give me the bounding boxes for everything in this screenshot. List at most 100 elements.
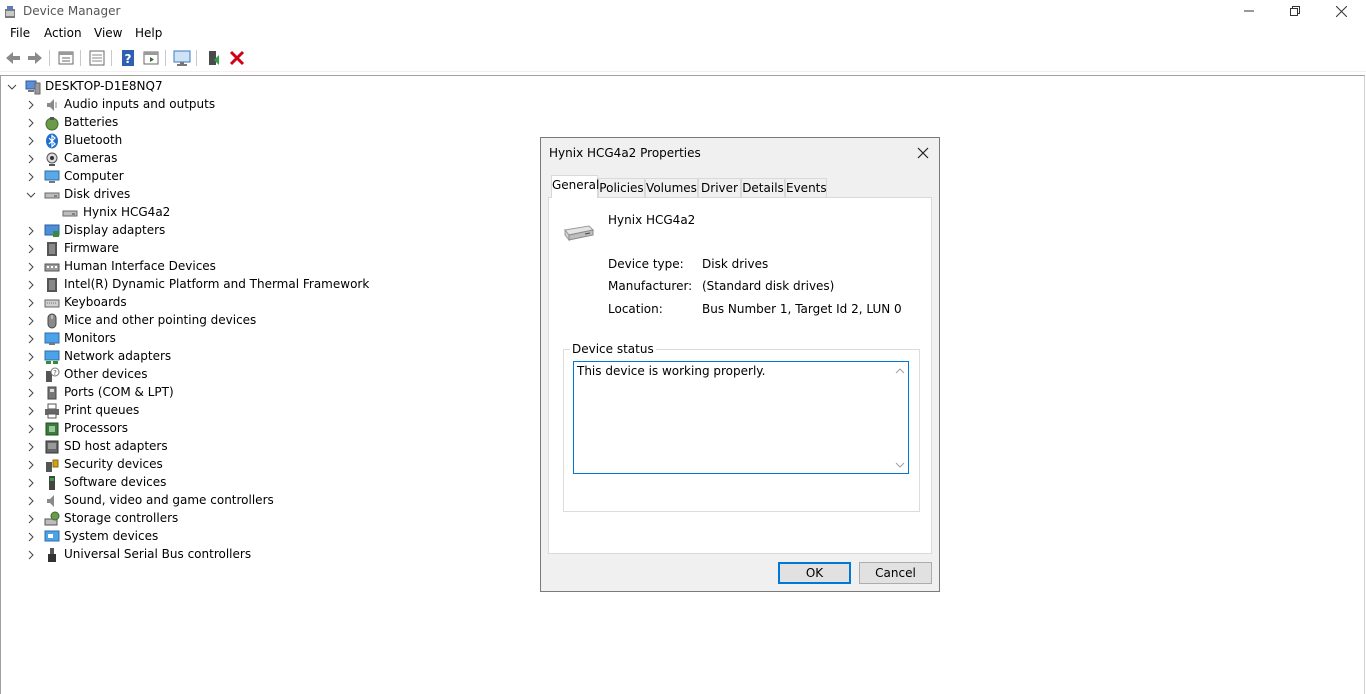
uninstall-device-button[interactable] [227, 48, 247, 68]
chevron-right-icon[interactable] [26, 262, 36, 272]
chevron-right-icon[interactable] [26, 550, 36, 560]
back-button[interactable] [3, 48, 23, 68]
tree-item-label: Universal Serial Bus controllers [64, 547, 252, 561]
display-adapter-icon [44, 224, 60, 237]
tree-item-label: Print queues [64, 403, 140, 417]
show-hidden-icon [89, 50, 105, 66]
properties-view-button[interactable] [56, 48, 76, 68]
manufacturer-value: (Standard disk drives) [702, 279, 835, 293]
network-icon [44, 350, 60, 364]
chevron-right-icon[interactable] [26, 370, 36, 380]
restore-button[interactable] [1272, 0, 1318, 24]
software-device-icon [49, 476, 55, 490]
tree-item-label: Audio inputs and outputs [64, 97, 216, 111]
svg-text:?: ? [53, 369, 57, 377]
chevron-right-icon[interactable] [26, 388, 36, 398]
resource-view-button[interactable] [141, 48, 161, 68]
menu-view[interactable]: View [94, 26, 122, 40]
computer-icon [25, 80, 41, 95]
chevron-right-icon[interactable] [26, 352, 36, 362]
chevron-right-icon[interactable] [26, 280, 36, 290]
ok-button[interactable]: OK [778, 562, 851, 584]
unknown-device-icon: ? [46, 367, 60, 382]
chevron-right-icon[interactable] [26, 298, 36, 308]
tree-item-label: Batteries [64, 115, 119, 129]
tree-item-label: Cameras [64, 151, 118, 165]
forward-button[interactable] [25, 48, 45, 68]
tree-item-label: Network adapters [64, 349, 172, 363]
close-window-button[interactable] [1318, 0, 1364, 24]
chevron-right-icon[interactable] [26, 172, 36, 182]
camera-icon [46, 152, 58, 166]
tab-general[interactable]: General [551, 175, 599, 198]
toolbar-separator [196, 50, 197, 66]
firmware-icon [47, 242, 57, 256]
sound-icon [47, 495, 54, 507]
chevron-right-icon[interactable] [26, 496, 36, 506]
speaker-icon [47, 99, 57, 111]
keyboard-icon [44, 299, 60, 308]
chevron-right-icon[interactable] [26, 442, 36, 452]
help-icon: ? [122, 50, 134, 66]
chevron-right-icon[interactable] [26, 100, 36, 110]
tab-policies[interactable]: Policies [598, 178, 645, 197]
tree-item-label: Sound, video and game controllers [64, 493, 274, 507]
chevron-right-icon[interactable] [26, 460, 36, 470]
tab-details[interactable]: Details [741, 178, 785, 197]
menu-bar: File Action View Help [0, 24, 1366, 44]
menu-file[interactable]: File [10, 26, 30, 40]
show-hidden-button[interactable] [87, 48, 107, 68]
tree-item-label: Other devices [64, 367, 148, 381]
menu-help[interactable]: Help [135, 26, 162, 40]
device-type-value: Disk drives [702, 257, 769, 271]
tab-driver[interactable]: Driver [698, 178, 741, 197]
help-button[interactable]: ? [118, 48, 138, 68]
scan-hardware-button[interactable] [172, 48, 192, 68]
tree-item-label: Intel(R) Dynamic Platform and Thermal Fr… [64, 277, 370, 291]
window-title: Device Manager [23, 4, 121, 18]
chevron-right-icon[interactable] [26, 514, 36, 524]
chevron-right-icon[interactable] [26, 532, 36, 542]
usb-icon [48, 548, 56, 562]
device-type-label: Device type: [608, 257, 684, 271]
menu-action[interactable]: Action [44, 26, 82, 40]
disk-drive-icon [44, 192, 60, 199]
chevron-right-icon[interactable] [26, 226, 36, 236]
chevron-right-icon[interactable] [26, 406, 36, 416]
chevron-right-icon[interactable] [26, 316, 36, 326]
minimize-button[interactable] [1226, 0, 1272, 24]
chevron-right-icon[interactable] [26, 424, 36, 434]
dialog-title: Hynix HCG4a2 Properties [549, 146, 701, 160]
chevron-right-icon[interactable] [26, 118, 36, 128]
scroll-up-icon[interactable] [894, 366, 906, 376]
bluetooth-icon [46, 133, 58, 149]
device-manager-app-icon [5, 6, 15, 18]
minimize-icon [1244, 10, 1254, 12]
cancel-button[interactable]: Cancel [859, 562, 932, 584]
chevron-right-icon[interactable] [26, 136, 36, 146]
chevron-right-icon[interactable] [26, 154, 36, 164]
tree-item-label: Keyboards [64, 295, 127, 309]
chevron-down-icon[interactable] [7, 82, 17, 92]
device-status-textbox[interactable]: This device is working properly. [573, 361, 909, 474]
tree-item-label: Computer [64, 169, 124, 183]
dialog-close-button[interactable] [913, 144, 933, 162]
close-icon [1336, 6, 1347, 17]
chevron-down-icon[interactable] [26, 190, 36, 200]
tree-item-label: Processors [64, 421, 129, 435]
tree-item-label: Security devices [64, 457, 163, 471]
tree-item-label: Mice and other pointing devices [64, 313, 257, 327]
tree-item-label: Bluetooth [64, 133, 123, 147]
chevron-right-icon[interactable] [26, 334, 36, 344]
update-driver-button[interactable] [203, 48, 223, 68]
computer-icon [44, 170, 60, 183]
tab-volumes[interactable]: Volumes [645, 178, 698, 197]
tab-events[interactable]: Events [785, 178, 827, 197]
chevron-right-icon[interactable] [26, 478, 36, 488]
scroll-down-icon[interactable] [894, 460, 906, 470]
chevron-right-icon[interactable] [26, 244, 36, 254]
tree-item-label: Storage controllers [64, 511, 179, 525]
printer-icon [45, 403, 59, 419]
disk-drive-icon [564, 225, 595, 242]
tree-item-label: Ports (COM & LPT) [64, 385, 174, 399]
